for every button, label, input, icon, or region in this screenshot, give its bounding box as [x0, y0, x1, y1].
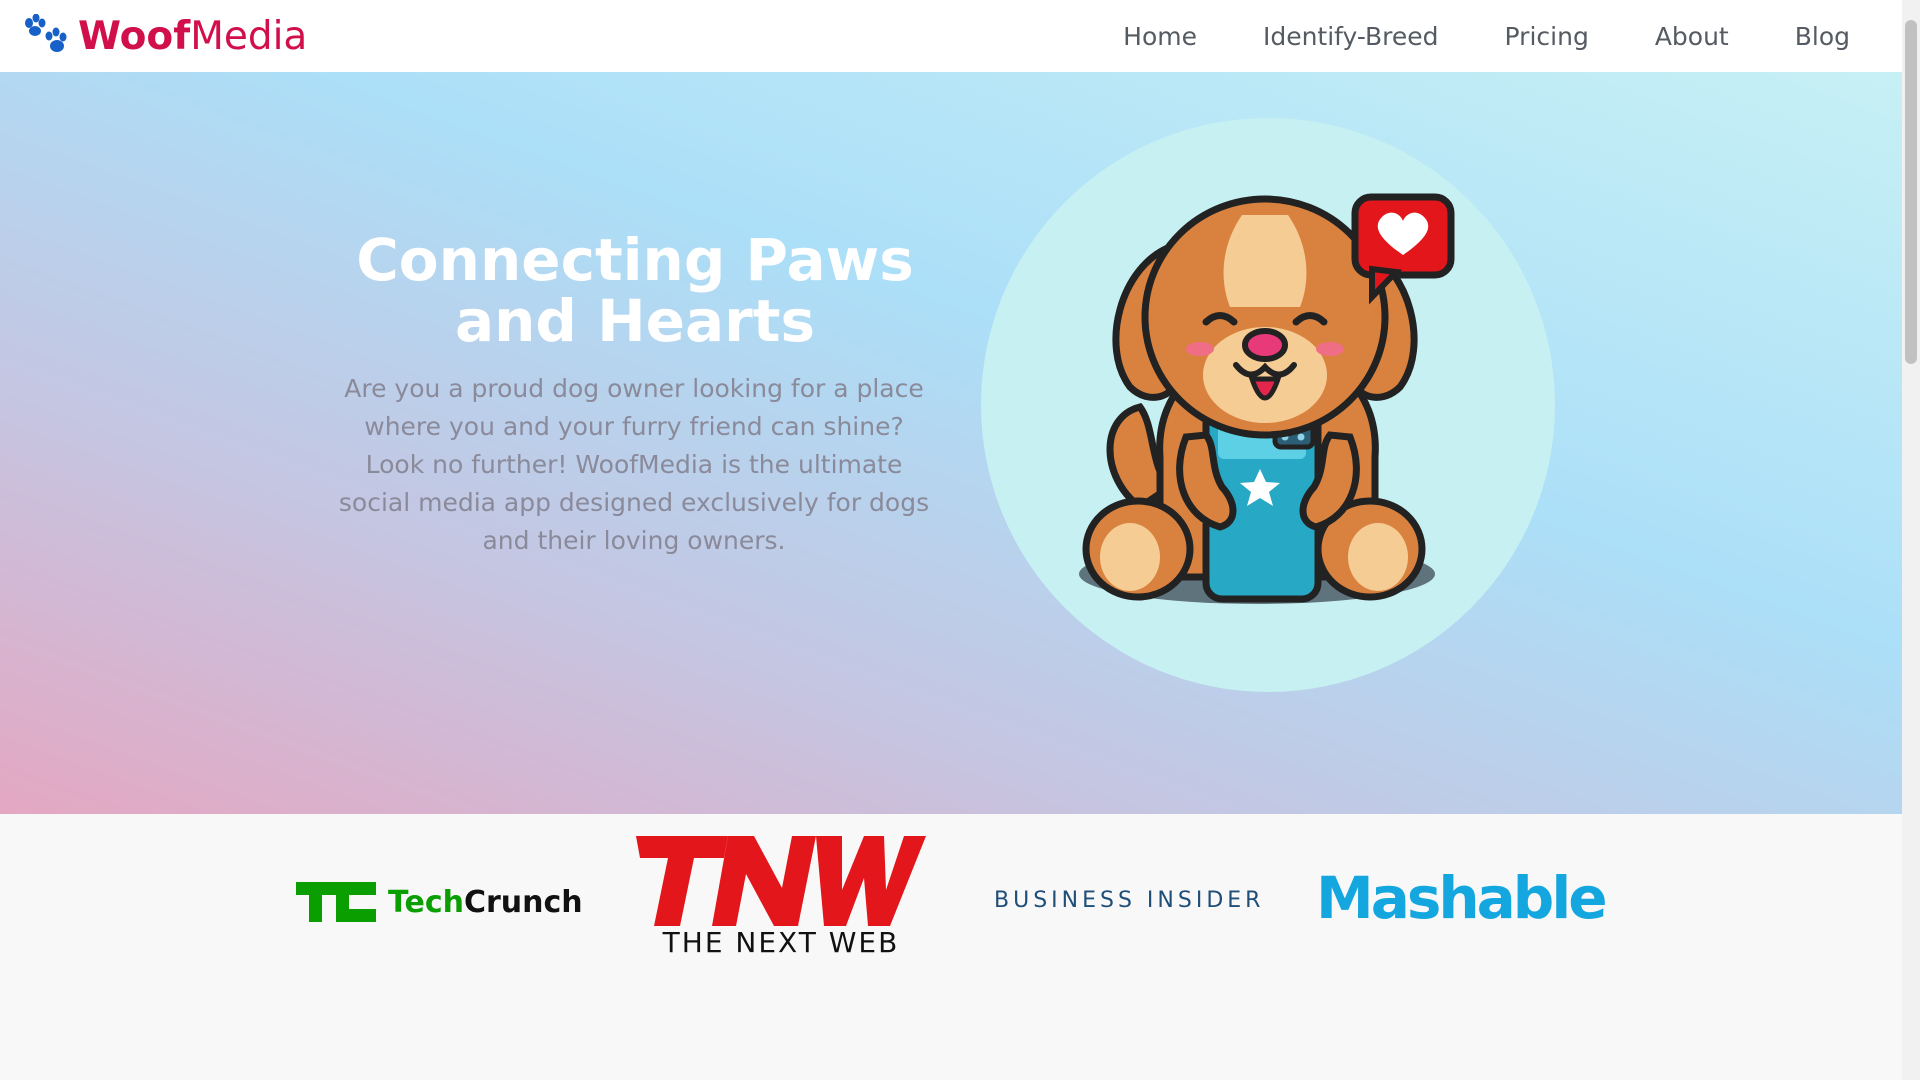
hero-description: Are you a proud dog owner looking for a …	[338, 374, 930, 555]
navbar: WoofMedia Home Identify-Breed Pricing Ab…	[0, 0, 1902, 72]
techcrunch-wordmark: TechCrunch	[388, 884, 583, 920]
nav-about[interactable]: About	[1655, 22, 1729, 51]
business-insider-logo: BUSINESS INSIDER	[994, 888, 1265, 913]
hero-section: Connecting Paws and Hearts Are you a pro…	[0, 72, 1902, 814]
brand-logo-link[interactable]: WoofMedia	[22, 14, 307, 58]
nav-identify-breed[interactable]: Identify-Breed	[1263, 22, 1439, 51]
paw-icon	[25, 14, 67, 52]
hero-title: Connecting Paws and Hearts	[356, 226, 914, 355]
nav-blog[interactable]: Blog	[1795, 22, 1850, 51]
press-logos-section: TechCrunch THE NEXT WEB BUSINESS INSIDER…	[0, 814, 1902, 1080]
techcrunch-mark-icon	[296, 882, 376, 922]
nav-pricing[interactable]: Pricing	[1505, 22, 1589, 51]
tnw-logo: THE NEXT WEB	[636, 836, 926, 959]
page-scrollbar[interactable]	[1902, 0, 1920, 1080]
brand-name: WoofMedia	[78, 13, 308, 59]
techcrunch-logo: TechCrunch	[296, 882, 583, 922]
main-nav: Home Identify-Breed Pricing About Blog	[1123, 0, 1850, 72]
dog-with-phone-illustration	[981, 118, 1555, 692]
tnw-mark-icon	[636, 836, 926, 926]
mashable-logo: Mashable	[1316, 864, 1608, 932]
tnw-subtitle: THE NEXT WEB	[662, 926, 900, 959]
nav-home[interactable]: Home	[1123, 22, 1197, 51]
scrollbar-thumb[interactable]	[1905, 20, 1917, 364]
